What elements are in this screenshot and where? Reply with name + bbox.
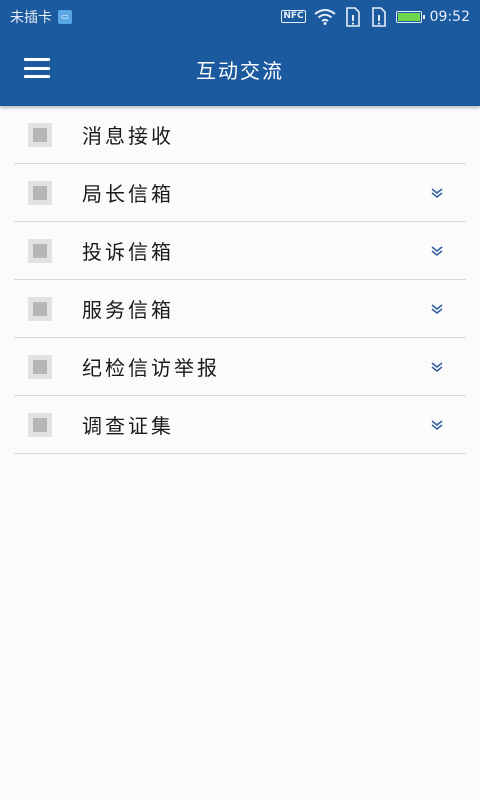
menu-item-label: 服务信箱 <box>82 298 174 322</box>
menu-item-label: 调查证集 <box>82 414 174 438</box>
menu-line <box>24 66 50 70</box>
chevron-down-icon[interactable] <box>430 360 444 374</box>
menu-item-label: 消息接收 <box>82 124 174 148</box>
battery-level <box>397 12 420 21</box>
menu-line <box>24 58 50 61</box>
square-icon <box>28 413 52 437</box>
menu-line <box>24 75 50 78</box>
menu-item-label: 纪检信访举报 <box>82 356 220 380</box>
hamburger-menu-icon[interactable] <box>24 58 50 78</box>
app-bar: 互动交流 <box>0 33 480 106</box>
menu-item-label: 局长信箱 <box>82 182 174 206</box>
chevron-down-icon[interactable] <box>430 186 444 200</box>
status-bar: 未插卡 ▭ NFC 09:52 <box>0 0 480 33</box>
chevron-down-icon[interactable] <box>430 418 444 432</box>
menu-list: 消息接收 局长信箱 投诉信箱 服务信箱 纪检信访举报 调查证集 <box>14 106 466 454</box>
menu-item-service-mailbox[interactable]: 服务信箱 <box>14 280 466 338</box>
chevron-down-icon[interactable] <box>430 244 444 258</box>
sim-card-icon: ▭ <box>58 9 72 24</box>
wifi-icon <box>314 8 336 25</box>
status-left: 未插卡 ▭ <box>10 7 72 27</box>
square-icon <box>28 181 52 205</box>
nfc-icon: NFC <box>281 10 306 23</box>
menu-item-label: 投诉信箱 <box>82 240 174 264</box>
battery-icon <box>395 10 425 23</box>
carrier-label: 未插卡 <box>10 9 52 26</box>
menu-item-director-mailbox[interactable]: 局长信箱 <box>14 164 466 222</box>
square-icon <box>28 355 52 379</box>
no-sim-icon-2 <box>371 6 386 27</box>
chevron-down-icon[interactable] <box>430 302 444 316</box>
square-icon <box>28 297 52 321</box>
square-icon <box>28 239 52 263</box>
menu-item-complaint-mailbox[interactable]: 投诉信箱 <box>14 222 466 280</box>
square-icon <box>28 123 52 147</box>
no-sim-icon <box>345 6 360 27</box>
page-title: 互动交流 <box>196 59 284 83</box>
status-right: NFC 09:52 <box>281 6 470 27</box>
menu-item-message-receive[interactable]: 消息接收 <box>14 106 466 164</box>
clock: 09:52 <box>429 8 470 25</box>
menu-item-evidence-collection[interactable]: 调查证集 <box>14 396 466 454</box>
menu-item-discipline-report[interactable]: 纪检信访举报 <box>14 338 466 396</box>
